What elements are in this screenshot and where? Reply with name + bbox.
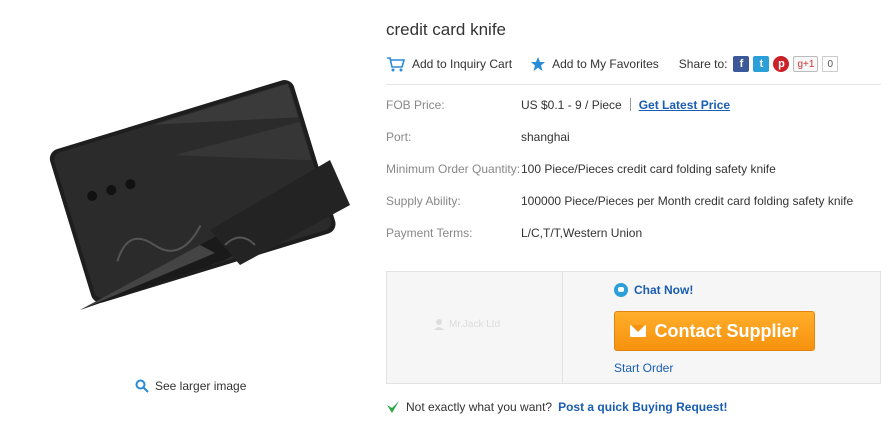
search-icon [135,379,149,393]
user-icon [434,319,444,330]
attribute-value: shanghai [521,130,570,144]
contact-area: Chat Now! Contact Supplier Start Order [564,272,880,383]
facebook-icon[interactable]: f [733,56,750,72]
attribute-value: US $0.1 - 9 / Piece Get Latest Price [521,98,730,112]
attribute-value: L/C,T/T,Western Union [521,226,643,240]
not-exactly-text: Not exactly what you want? [406,400,553,414]
product-title: credit card knife [386,20,506,39]
checkmark-icon [387,401,399,413]
action-bar: Add to Inquiry Cart Add to My Favorites … [386,52,893,76]
chat-label: Chat Now! [634,283,694,297]
contact-label: Contact Supplier [654,320,799,341]
envelope-icon [630,325,647,337]
attribute-label: FOB Price: [386,98,445,112]
chat-icon [614,283,628,297]
price-separator [629,98,631,111]
google-plus-button[interactable]: g+1 [793,56,819,72]
supplier-box: Mr.Jack Ltd Chat Now! Contact Supplier S… [386,271,881,384]
buying-request-prompt: Not exactly what you want? Post a quick … [386,400,727,414]
fob-price-value: US $0.1 - 9 / Piece [521,98,622,112]
star-icon [531,57,546,71]
share-bar: Share to: f t p g+1 0 [678,56,839,72]
supplier-logo-area: Mr.Jack Ltd [387,272,563,383]
see-larger-image-link[interactable]: See larger image [135,379,246,393]
attribute-list: FOB Price: US $0.1 - 9 / Piece Get Latest… [386,98,893,258]
contact-supplier-button[interactable]: Contact Supplier [614,311,815,351]
chat-now-link[interactable]: Chat Now! [614,283,693,297]
attribute-label: Minimum Order Quantity: [386,162,521,176]
see-larger-label: See larger image [155,379,247,393]
attribute-value: 100000 Piece/Pieces per Month credit car… [521,194,854,208]
add-to-favorites-button[interactable]: Add to My Favorites [530,56,659,72]
attribute-row-payment-terms: Payment Terms: L/C,T/T,Western Union [386,226,893,258]
twitter-icon[interactable]: t [753,56,770,72]
get-latest-price-link[interactable]: Get Latest Price [639,98,730,112]
post-buying-request-link[interactable]: Post a quick Buying Request! [558,400,727,414]
share-label: Share to: [678,57,728,71]
add-to-inquiry-cart-button[interactable]: Add to Inquiry Cart [386,56,512,72]
attribute-label: Payment Terms: [386,226,473,240]
supplier-logo[interactable]: Mr.Jack Ltd [433,318,500,330]
attribute-value: 100 Piece/Pieces credit card folding saf… [521,162,776,176]
attribute-row-fob-price: FOB Price: US $0.1 - 9 / Piece Get Latest… [386,98,893,130]
divider [386,84,881,85]
attribute-label: Port: [386,130,412,144]
attribute-label: Supply Ability: [386,194,461,208]
pinterest-icon[interactable]: p [773,56,790,72]
google-plus-count: 0 [822,56,839,72]
supplier-logo-text: Mr.Jack Ltd [449,318,501,330]
cart-label: Add to Inquiry Cart [412,57,513,71]
product-gallery: See larger image [0,0,375,426]
favorites-label: Add to My Favorites [552,57,659,71]
start-order-link[interactable]: Start Order [614,361,673,375]
product-image[interactable] [25,55,370,345]
product-details: credit card knife Add to Inquiry Cart Ad… [386,0,893,426]
cart-icon [387,57,406,72]
attribute-row-supply-ability: Supply Ability: 100000 Piece/Pieces per … [386,194,893,226]
attribute-row-min-order: Minimum Order Quantity: 100 Piece/Pieces… [386,162,893,194]
attribute-row-port: Port: shanghai [386,130,893,162]
